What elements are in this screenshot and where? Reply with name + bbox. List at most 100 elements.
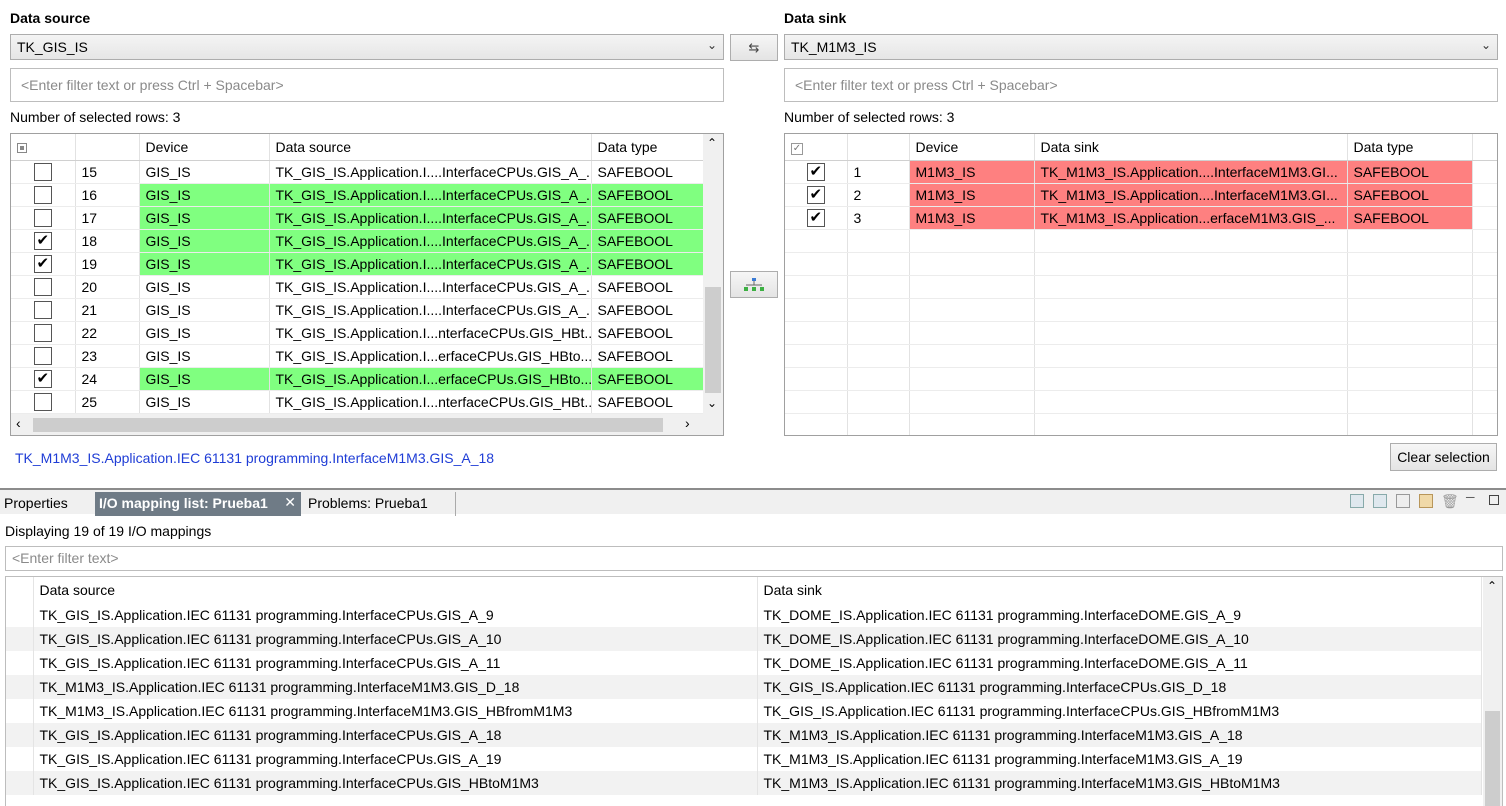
row-checkbox[interactable] xyxy=(11,344,76,368)
delete-icon[interactable]: 🗑 xyxy=(1441,493,1459,510)
checkbox-unchecked[interactable] xyxy=(33,277,52,296)
mapping-row[interactable]: TK_GIS_IS.Application.IEC 61131 programm… xyxy=(6,723,1482,747)
row-number: 18 xyxy=(75,229,140,253)
device-cell: GIS_IS xyxy=(139,229,270,253)
source-hscroll-thumb[interactable] xyxy=(33,418,663,432)
checkbox-checked[interactable]: ✔ xyxy=(806,185,825,204)
data-source-dropdown[interactable]: TK_GIS_IS ⌄ xyxy=(10,34,724,60)
source-horizontal-scrollbar[interactable]: ‹ › xyxy=(11,414,723,435)
column-data-sink[interactable]: Data sink xyxy=(1034,134,1348,161)
paste-icon[interactable] xyxy=(1419,494,1433,508)
checkbox-checked[interactable]: ✔ xyxy=(806,162,825,181)
mapping-row[interactable]: TK_GIS_IS.Application.IEC 61131 programm… xyxy=(6,627,1482,651)
row-checkbox[interactable]: ✔ xyxy=(785,183,848,207)
mapping-row[interactable]: TK_GIS_IS.Application.IEC 61131 programm… xyxy=(6,747,1482,771)
map-button[interactable] xyxy=(730,271,778,298)
clear-selection-button[interactable]: Clear selection xyxy=(1390,443,1497,471)
select-all-checkbox[interactable]: ✓ xyxy=(785,134,848,161)
checkbox-unchecked[interactable] xyxy=(33,346,52,365)
row-checkbox[interactable] xyxy=(11,390,76,414)
device-cell: GIS_IS xyxy=(139,367,270,391)
source-row[interactable]: ✔ 18 GIS_IS TK_GIS_IS.Application.I....Inte… xyxy=(11,229,704,253)
tab-properties[interactable]: Properties xyxy=(0,492,72,516)
row-number: 17 xyxy=(75,206,140,230)
select-all-checkbox[interactable] xyxy=(11,134,76,161)
source-row[interactable]: 25 GIS_IS TK_GIS_IS.Application.I...nterfa… xyxy=(11,390,704,414)
swap-button[interactable]: ⇆ xyxy=(730,34,778,61)
source-vscroll-thumb[interactable] xyxy=(705,287,721,393)
column-mapping-sink[interactable]: Data sink xyxy=(757,577,1482,603)
tab-problems[interactable]: Problems: Prueba1 xyxy=(304,492,456,516)
mapping-row[interactable]: TK_M1M3_IS.Application.IEC 61131 program… xyxy=(6,675,1482,699)
scroll-down-icon[interactable]: ⌄ xyxy=(707,396,717,410)
row-checkbox[interactable]: ✔ xyxy=(785,160,848,184)
data-source-cell: TK_GIS_IS.Application.I....InterfaceCPUs… xyxy=(269,206,592,230)
row-number: 25 xyxy=(75,390,140,414)
column-data-source[interactable]: Data source xyxy=(269,134,592,161)
checkbox-unchecked[interactable] xyxy=(33,208,52,227)
column-data-type[interactable]: Data type xyxy=(591,134,704,161)
device-cell: GIS_IS xyxy=(139,298,270,322)
source-row[interactable]: 20 GIS_IS TK_GIS_IS.Application.I....Inter… xyxy=(11,275,704,299)
row-checkbox[interactable] xyxy=(11,298,76,322)
minimize-icon[interactable]: ─ xyxy=(1466,490,1475,504)
checkbox-checked[interactable]: ✔ xyxy=(806,208,825,227)
checkbox-checked[interactable]: ✔ xyxy=(33,231,52,250)
row-checkbox[interactable] xyxy=(11,321,76,345)
tab-io-mapping-label: I/O mapping list: Prueba1 xyxy=(99,495,268,511)
filler-cell xyxy=(1472,160,1497,184)
tab-io-mapping[interactable]: I/O mapping list: Prueba1 ✕ xyxy=(95,492,301,516)
mapping-filter-input[interactable]: <Enter filter text> xyxy=(5,546,1503,571)
mapping-row-spacer xyxy=(6,699,34,723)
column-device[interactable]: Device xyxy=(909,134,1035,161)
row-checkbox[interactable] xyxy=(11,206,76,230)
source-row[interactable]: ✔ 24 GIS_IS TK_GIS_IS.Application.I...erfac… xyxy=(11,367,704,391)
scroll-up-icon[interactable]: ⌃ xyxy=(1487,579,1497,593)
checkbox-checked[interactable]: ✔ xyxy=(33,369,52,388)
sink-row[interactable]: ✔ 1 M1M3_IS TK_M1M3_IS.Application....Inter… xyxy=(785,160,1497,184)
column-device[interactable]: Device xyxy=(139,134,270,161)
checkbox-unchecked[interactable] xyxy=(33,300,52,319)
row-checkbox[interactable] xyxy=(11,183,76,207)
scroll-up-icon[interactable]: ⌃ xyxy=(707,136,717,150)
column-mapping-source[interactable]: Data source xyxy=(33,577,758,603)
checkbox-unchecked[interactable] xyxy=(33,392,52,411)
source-row[interactable]: 21 GIS_IS TK_GIS_IS.Application.I....Inter… xyxy=(11,298,704,322)
mapping-vscroll-thumb[interactable] xyxy=(1485,711,1500,806)
data-sink-dropdown[interactable]: TK_M1M3_IS ⌄ xyxy=(784,34,1498,60)
checkbox-unchecked[interactable] xyxy=(33,185,52,204)
mapping-row[interactable]: TK_GIS_IS.Application.IEC 61131 programm… xyxy=(6,603,1482,627)
source-row[interactable]: 17 GIS_IS TK_GIS_IS.Application.I....Inter… xyxy=(11,206,704,230)
close-icon[interactable]: ✕ xyxy=(284,494,296,511)
source-vertical-scrollbar[interactable]: ⌃ ⌄ xyxy=(703,134,723,414)
scroll-right-icon[interactable]: › xyxy=(685,415,690,431)
mapping-row[interactable]: TK_GIS_IS.Application.IEC 61131 programm… xyxy=(6,771,1482,795)
column-data-type[interactable]: Data type xyxy=(1347,134,1473,161)
row-checkbox[interactable] xyxy=(11,160,76,184)
row-checkbox[interactable]: ✔ xyxy=(11,229,76,253)
mapping-row[interactable]: TK_GIS_IS.Application.IEC 61131 programm… xyxy=(6,651,1482,675)
sink-row[interactable]: ✔ 3 M1M3_IS TK_M1M3_IS.Application...erface… xyxy=(785,206,1497,230)
row-checkbox[interactable]: ✔ xyxy=(11,252,76,276)
row-checkbox[interactable] xyxy=(11,275,76,299)
mapping-vertical-scrollbar[interactable]: ⌃ xyxy=(1483,577,1502,806)
row-checkbox[interactable]: ✔ xyxy=(11,367,76,391)
expand-all-icon[interactable] xyxy=(1373,494,1387,508)
checkbox-unchecked[interactable] xyxy=(33,323,52,342)
copy-icon[interactable] xyxy=(1396,494,1410,508)
checkbox-unchecked[interactable] xyxy=(33,162,52,181)
source-row[interactable]: 16 GIS_IS TK_GIS_IS.Application.I....Inter… xyxy=(11,183,704,207)
source-row[interactable]: 15 GIS_IS TK_GIS_IS.Application.I....Inter… xyxy=(11,160,704,184)
source-row[interactable]: ✔ 19 GIS_IS TK_GIS_IS.Application.I....Inte… xyxy=(11,252,704,276)
collapse-all-icon[interactable] xyxy=(1350,494,1364,508)
sink-filter-input[interactable]: <Enter filter text or press Ctrl + Space… xyxy=(784,68,1498,102)
row-checkbox[interactable]: ✔ xyxy=(785,206,848,230)
scroll-left-icon[interactable]: ‹ xyxy=(16,415,21,431)
sink-row[interactable]: ✔ 2 M1M3_IS TK_M1M3_IS.Application....Inter… xyxy=(785,183,1497,207)
source-row[interactable]: 23 GIS_IS TK_GIS_IS.Application.I...erface… xyxy=(11,344,704,368)
source-filter-input[interactable]: <Enter filter text or press Ctrl + Space… xyxy=(10,68,724,102)
maximize-icon[interactable] xyxy=(1489,495,1499,505)
mapping-row[interactable]: TK_M1M3_IS.Application.IEC 61131 program… xyxy=(6,699,1482,723)
source-row[interactable]: 22 GIS_IS TK_GIS_IS.Application.I...nterfa… xyxy=(11,321,704,345)
checkbox-checked[interactable]: ✔ xyxy=(33,254,52,273)
